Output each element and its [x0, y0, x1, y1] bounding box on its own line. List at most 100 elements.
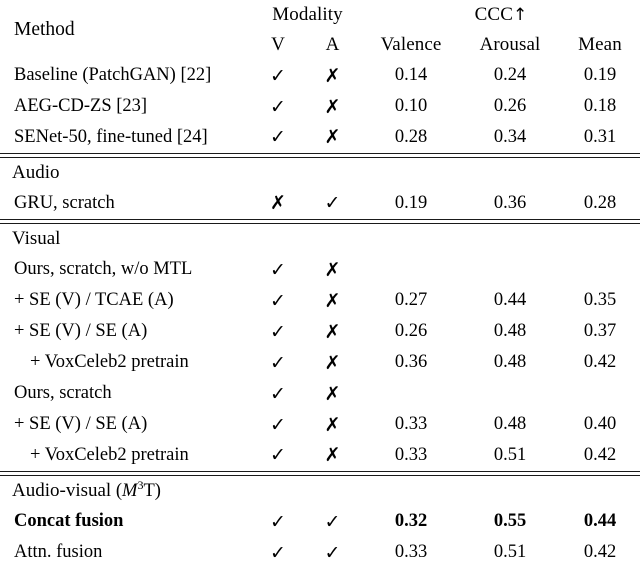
row-modality-a: ✓: [324, 510, 341, 533]
row-mean: 0.28: [583, 192, 617, 213]
section-header-audio: Audio: [0, 157, 640, 188]
table-row: GRU, scratch ✗ ✓ 0.19 0.36 0.28: [0, 188, 640, 219]
section-title: Audio: [0, 157, 640, 188]
row-method: Attn. fusion: [14, 542, 103, 562]
row-valence: 0.33: [394, 414, 428, 434]
row-arousal: 0.26: [493, 96, 527, 116]
row-method: + SE (V) / SE (A): [14, 321, 148, 341]
row-valence: 0.14: [394, 65, 428, 85]
row-modality-a: ✗: [324, 126, 341, 149]
up-arrow-icon: ↑: [512, 5, 528, 25]
header-arousal: Arousal: [479, 34, 541, 55]
section-title-text: Audio-visual: [12, 479, 112, 501]
row-method: + SE (V) / SE (A): [14, 414, 148, 434]
row-method: SENet-50, fine-tuned [24]: [14, 126, 208, 147]
row-modality-v: ✓: [270, 95, 286, 118]
header-valence: Valence: [380, 34, 442, 55]
row-method: GRU, scratch: [14, 192, 115, 213]
row-method: + VoxCeleb2 pretrain: [30, 444, 189, 465]
header-modality: Modality: [272, 4, 343, 25]
row-valence: 0.10: [394, 96, 428, 116]
table-row: + VoxCeleb2 pretrain ✓ ✗ 0.33 0.51 0.42: [0, 440, 640, 471]
row-method: + VoxCeleb2 pretrain: [30, 352, 189, 372]
row-modality-v: ✓: [270, 258, 286, 281]
row-modality-v: ✓: [270, 126, 286, 149]
row-arousal: 0.44: [493, 290, 527, 310]
row-mean: 0.19: [583, 65, 617, 85]
header-v: V: [271, 34, 285, 55]
row-modality-a: ✗: [324, 351, 341, 374]
results-table-container: Method Modality CCC↑ V A Valence Arousal…: [0, 0, 640, 566]
section-header-visual: Visual: [0, 223, 640, 254]
section-title: Audio-visual (M3T): [0, 475, 640, 506]
row-valence: 0.19: [394, 192, 428, 213]
row-modality-a: ✗: [324, 289, 341, 312]
row-arousal: 0.24: [493, 65, 527, 85]
row-modality-v: ✓: [270, 510, 286, 533]
row-modality-a: ✗: [324, 95, 341, 118]
row-arousal: 0.48: [493, 352, 527, 372]
row-method: AEG-CD-ZS [23]: [14, 96, 148, 116]
section-title: Visual: [0, 223, 640, 254]
row-arousal: 0.51: [493, 444, 527, 465]
row-method: Ours, scratch: [14, 383, 112, 403]
row-valence: [362, 378, 460, 409]
row-modality-a: ✓: [324, 192, 341, 215]
section-title-math: (M3T): [111, 477, 161, 501]
row-arousal: 0.51: [493, 542, 527, 562]
row-valence: 0.36: [394, 352, 428, 372]
section-title-text: Visual: [12, 227, 61, 249]
header-ccc: CCC↑: [362, 0, 640, 30]
row-method: Concat fusion: [14, 511, 124, 531]
row-modality-a: ✗: [324, 258, 341, 281]
row-modality-v: ✓: [270, 382, 286, 405]
row-modality-v: ✗: [270, 192, 286, 215]
row-valence: 0.33: [394, 444, 428, 465]
row-mean: 0.37: [583, 321, 617, 341]
section-title-text: Audio: [12, 161, 60, 183]
row-valence: 0.33: [394, 542, 428, 562]
table-row: SENet-50, fine-tuned [24] ✓ ✗ 0.28 0.34 …: [0, 122, 640, 153]
row-modality-v: ✓: [270, 413, 286, 436]
row-arousal: [460, 254, 560, 285]
results-table-body: Method Modality CCC↑ V A Valence Arousal…: [0, 0, 640, 568]
row-modality-v: ✓: [270, 351, 286, 374]
row-arousal: 0.48: [493, 414, 527, 434]
row-modality-v: ✓: [270, 289, 286, 312]
row-valence: 0.28: [394, 126, 428, 147]
table-row: Baseline (PatchGAN) [22] ✓ ✗ 0.14 0.24 0…: [0, 60, 640, 91]
row-mean: 0.42: [583, 444, 617, 465]
row-valence: 0.27: [394, 290, 428, 310]
table-row: Attn. fusion ✓ ✓ 0.33 0.51 0.42: [0, 537, 640, 568]
table-row: AEG-CD-ZS [23] ✓ ✗ 0.10 0.26 0.18: [0, 91, 640, 122]
row-mean: 0.42: [583, 352, 617, 372]
row-mean: 0.31: [583, 126, 617, 147]
row-mean: 0.18: [583, 96, 617, 116]
row-modality-a: ✗: [324, 413, 341, 436]
row-valence: [362, 254, 460, 285]
row-modality-a: ✓: [324, 541, 341, 564]
row-arousal: 0.36: [493, 192, 527, 213]
row-arousal: 0.55: [493, 511, 527, 531]
row-mean: 0.40: [583, 414, 617, 434]
row-arousal: 0.34: [493, 126, 527, 147]
table-row: + SE (V) / SE (A) ✓ ✗ 0.26 0.48 0.37: [0, 316, 640, 347]
header-a: A: [325, 34, 340, 55]
header-mean: Mean: [578, 34, 622, 55]
table-row: Concat fusion ✓ ✓ 0.32 0.55 0.44: [0, 506, 640, 537]
row-method: + SE (V) / TCAE (A): [14, 290, 174, 310]
table-row: + SE (V) / TCAE (A) ✓ ✗ 0.27 0.44 0.35: [0, 285, 640, 316]
row-mean: [560, 254, 640, 285]
row-modality-v: ✓: [270, 541, 286, 564]
header-row-top: Method Modality CCC↑: [0, 0, 640, 40]
row-method: Ours, scratch, w/o MTL: [14, 259, 193, 279]
row-modality-v: ✓: [270, 320, 286, 343]
row-modality-a: ✗: [324, 444, 341, 467]
row-modality-a: ✗: [324, 320, 341, 343]
row-mean: 0.42: [583, 542, 617, 562]
row-valence: 0.32: [394, 511, 428, 531]
section-header-audio-visual: Audio-visual (M3T): [0, 475, 640, 506]
row-arousal: [460, 378, 560, 409]
row-mean: 0.44: [583, 511, 617, 531]
row-modality-a: ✗: [324, 64, 341, 87]
